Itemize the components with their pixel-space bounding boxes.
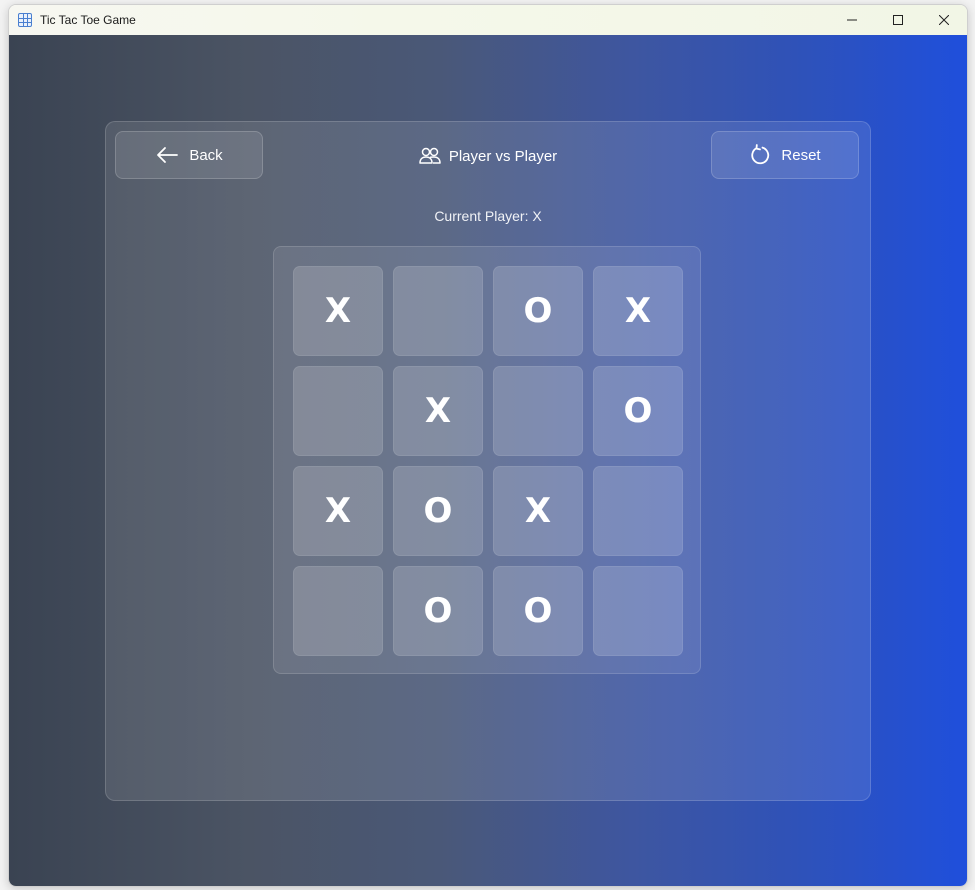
reset-button-label: Reset	[781, 146, 821, 164]
maximize-button[interactable]	[875, 5, 921, 35]
board-cell[interactable]: X	[293, 266, 383, 356]
app-grid-icon	[18, 13, 32, 27]
title-bar[interactable]: Tic Tac Toe Game	[9, 5, 967, 35]
board-cell[interactable]	[593, 466, 683, 556]
close-button[interactable]	[921, 5, 967, 35]
board-cell[interactable]	[393, 266, 483, 356]
game-board: X O X X O X O X O O	[273, 246, 701, 674]
board-cell[interactable]: O	[393, 566, 483, 656]
window-title: Tic Tac Toe Game	[40, 13, 136, 27]
refresh-icon	[751, 144, 770, 165]
board-cell[interactable]: O	[593, 366, 683, 456]
game-mode-label: Player vs Player	[448, 147, 558, 165]
back-button-label: Back	[189, 146, 223, 164]
board-cell[interactable]	[293, 366, 383, 456]
board-cell[interactable]	[593, 566, 683, 656]
game-mode: Player vs Player	[416, 146, 560, 166]
board-cell[interactable]	[293, 566, 383, 656]
game-background: Back Player vs Player Reset Current Play…	[9, 35, 967, 886]
reset-button[interactable]: Reset	[711, 131, 859, 179]
minimize-button[interactable]	[829, 5, 875, 35]
board-cell[interactable]: X	[293, 466, 383, 556]
board-cell[interactable]	[493, 366, 583, 456]
current-player-status: Current Player: X	[434, 208, 542, 224]
board-cell[interactable]: X	[593, 266, 683, 356]
game-panel: Back Player vs Player Reset Current Play…	[105, 121, 871, 801]
board-cell[interactable]: O	[493, 566, 583, 656]
board-cell[interactable]: X	[393, 366, 483, 456]
board-cell[interactable]: O	[493, 266, 583, 356]
board-cell[interactable]: X	[493, 466, 583, 556]
back-button[interactable]: Back	[115, 131, 263, 179]
board-cell[interactable]: O	[393, 466, 483, 556]
window-controls	[829, 5, 967, 35]
arrow-left-icon	[157, 147, 179, 163]
minimize-icon	[847, 19, 857, 21]
app-window: Tic Tac Toe Game Back Player vs Player R…	[8, 4, 968, 887]
close-icon	[939, 15, 949, 25]
users-icon	[419, 147, 441, 164]
maximize-icon	[893, 15, 903, 25]
